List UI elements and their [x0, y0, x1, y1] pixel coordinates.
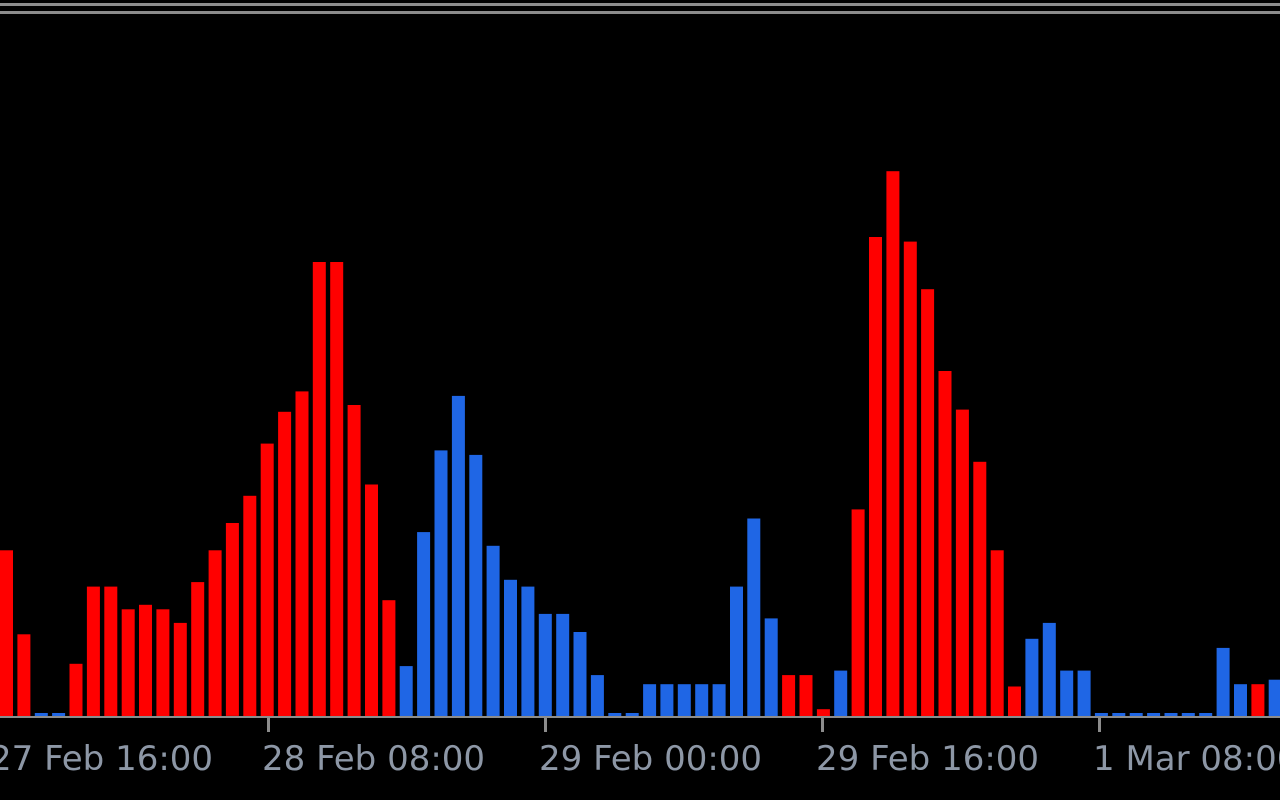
bar — [764, 618, 778, 716]
bar — [104, 586, 118, 716]
bar — [1181, 713, 1195, 716]
bar — [1268, 679, 1280, 716]
bar — [17, 634, 31, 716]
x-axis-line — [0, 716, 1280, 718]
bar — [1251, 684, 1265, 716]
bar — [156, 609, 170, 716]
x-tick — [1098, 716, 1101, 732]
bar — [365, 484, 378, 716]
bar — [1129, 713, 1143, 716]
bar — [0, 550, 13, 716]
bar — [69, 663, 83, 716]
bar — [1216, 647, 1230, 716]
bar — [973, 461, 987, 716]
top-border — [0, 3, 1280, 14]
bar — [1147, 713, 1161, 716]
bar — [469, 454, 483, 716]
bar — [921, 289, 935, 716]
bar — [34, 713, 48, 716]
bar — [1008, 686, 1021, 716]
top-border-line — [0, 11, 1280, 14]
volume-chart: 27 Feb 16:00 28 Feb 08:00 29 Feb 00:00 29 F… — [0, 3, 1280, 779]
x-tick-label: 27 Feb 16:00 — [0, 739, 213, 779]
bar — [643, 684, 657, 716]
x-ticks: 27 Feb 16:00 28 Feb 08:00 29 Feb 00:00 29 F… — [0, 716, 1280, 779]
bar — [225, 523, 239, 716]
bar — [816, 709, 830, 716]
bar — [173, 622, 187, 716]
bar — [1164, 713, 1178, 716]
bar — [677, 684, 691, 716]
bar — [955, 409, 969, 716]
x-tick-label: 1 Mar 08:00 — [1093, 739, 1280, 779]
bar — [556, 613, 570, 717]
bar — [625, 713, 639, 716]
bar — [139, 604, 152, 716]
bar — [1060, 670, 1074, 716]
bar — [295, 391, 309, 716]
bar — [486, 545, 500, 717]
bar — [730, 586, 743, 716]
bar — [712, 684, 726, 716]
bar — [538, 613, 552, 717]
bar — [1077, 670, 1091, 716]
bar — [1025, 638, 1039, 716]
bar — [886, 171, 900, 716]
bar — [208, 550, 222, 716]
bar — [243, 495, 257, 716]
bar — [1112, 713, 1126, 716]
bar — [990, 550, 1004, 716]
bar — [330, 262, 344, 716]
bar — [573, 632, 587, 716]
bars-group — [0, 171, 1280, 717]
bar — [903, 241, 917, 716]
bar — [1094, 713, 1108, 716]
x-tick — [267, 716, 270, 732]
bar — [834, 670, 848, 716]
top-border-line — [0, 3, 1280, 6]
bar — [417, 532, 431, 716]
x-tick-label: 28 Feb 08:00 — [262, 739, 485, 779]
bar — [382, 600, 396, 716]
bar — [52, 713, 66, 716]
bar — [695, 684, 709, 716]
x-tick-label: 29 Feb 00:00 — [539, 739, 762, 779]
bar — [747, 518, 761, 716]
bar — [399, 666, 413, 716]
bar — [434, 450, 448, 716]
bar — [608, 713, 622, 716]
bar — [590, 675, 604, 716]
bar — [121, 609, 135, 716]
bar — [86, 586, 100, 716]
bar — [782, 675, 796, 716]
x-tick — [821, 716, 824, 732]
bar — [1234, 684, 1247, 716]
bar — [260, 443, 274, 716]
bar — [938, 371, 952, 716]
bar — [504, 579, 517, 716]
bar — [869, 237, 882, 716]
bar — [851, 509, 865, 716]
bar — [347, 405, 361, 716]
bar — [191, 582, 205, 716]
x-tick — [544, 716, 547, 732]
bar — [1199, 713, 1213, 716]
bar — [451, 395, 465, 716]
bar — [799, 675, 813, 716]
bar — [1042, 622, 1056, 716]
x-tick-label: 29 Feb 16:00 — [816, 739, 1039, 779]
x-axis — [0, 716, 1280, 718]
bar — [278, 411, 292, 716]
bar — [660, 684, 674, 716]
bar — [521, 586, 535, 716]
bar — [312, 262, 326, 716]
